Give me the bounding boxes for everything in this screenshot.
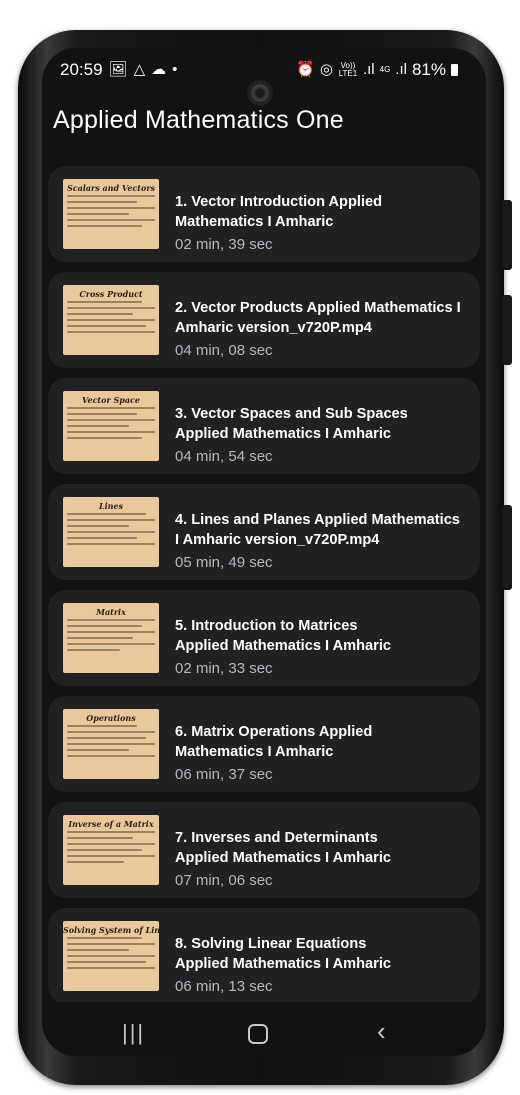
video-title: 7. Inverses and Determinants Applied Mat…	[175, 830, 391, 866]
video-duration: 04 min, 54 sec	[175, 448, 273, 465]
volte-label: Vo)) LTE1	[338, 61, 358, 78]
thumbnail-heading: Vector Space	[82, 395, 140, 405]
video-list[interactable]: Scalars and Vectors 1. Vector Introducti…	[42, 166, 486, 1002]
battery-percent: 81%	[411, 60, 446, 79]
video-thumbnail: Inverse of a Matrix	[63, 815, 159, 885]
video-thumbnail: Lines	[63, 497, 159, 567]
video-duration: 02 min, 33 sec	[175, 660, 273, 677]
signal-icon: .ıl	[362, 61, 375, 78]
video-thumbnail: Scalars and Vectors	[63, 179, 159, 249]
cloud-icon: ☁	[151, 61, 167, 78]
video-thumbnail: Cross Product	[63, 285, 159, 355]
video-title: 4. Lines and Planes Applied Mathematics …	[175, 512, 460, 548]
video-item[interactable]: Vector Space 3. Vector Spaces and Sub Sp…	[48, 378, 480, 474]
recent-apps-icon[interactable]: |||	[122, 1020, 145, 1046]
thumbnail-heading: Matrix	[96, 607, 126, 617]
alarm-icon: ⏰	[296, 61, 315, 78]
front-camera	[247, 80, 273, 106]
video-thumbnail: Operations	[63, 709, 159, 779]
video-item[interactable]: Scalars and Vectors 1. Vector Introducti…	[48, 166, 480, 262]
hotspot-icon: ◎	[319, 61, 333, 78]
thumbnail-heading: Scalars and Vectors	[66, 183, 156, 193]
video-duration: 06 min, 37 sec	[175, 766, 273, 783]
video-item[interactable]: Lines 4. Lines and Planes Applied Mathem…	[48, 484, 480, 580]
video-title: 2. Vector Products Applied Mathematics I…	[175, 300, 461, 336]
power-button	[502, 505, 512, 590]
video-item[interactable]: Operations 6. Matrix Operations Applied …	[48, 696, 480, 792]
status-time: 20:59	[60, 60, 103, 79]
video-title: 8. Solving Linear Equations Applied Math…	[175, 936, 391, 972]
thumbnail-heading: Cross Product	[79, 289, 143, 299]
drive-icon: △	[133, 61, 146, 78]
network-type: 4G	[379, 65, 391, 74]
navigation-bar: ||| ‹	[42, 1008, 486, 1056]
thumbnail-heading: Inverse of a Matrix	[68, 819, 154, 829]
video-thumbnail: Vector Space	[63, 391, 159, 461]
video-item[interactable]: Matrix 5. Introduction to Matrices Appli…	[48, 590, 480, 686]
signal-icon: .ıl	[395, 61, 407, 78]
home-icon[interactable]	[248, 1024, 268, 1044]
video-duration: 05 min, 49 sec	[175, 554, 273, 571]
video-title: 3. Vector Spaces and Sub Spaces Applied …	[175, 406, 408, 442]
battery-icon	[451, 64, 458, 76]
dot-icon: •	[172, 61, 178, 78]
thumbnail-heading: Solving System of Linear Equations	[63, 925, 159, 935]
video-duration: 07 min, 06 sec	[175, 872, 273, 889]
volume-up-button	[502, 200, 512, 270]
volume-down-button	[502, 295, 512, 365]
thumbnail-heading: Operations	[86, 713, 136, 723]
video-title: 5. Introduction to Matrices Applied Math…	[175, 618, 391, 654]
video-duration: 06 min, 13 sec	[175, 978, 273, 995]
video-duration: 02 min, 39 sec	[175, 236, 273, 253]
thumbnail-heading: Lines	[98, 501, 124, 511]
video-title: 1. Vector Introduction Applied Mathemati…	[175, 194, 383, 230]
phone-screen: 20:59 🖼 △ ☁ • ⏰ ◎ Vo)) LTE1 .ıl 4G .ıl 8…	[42, 48, 486, 1056]
video-duration: 04 min, 08 sec	[175, 342, 273, 359]
video-item[interactable]: Cross Product 2. Vector Products Applied…	[48, 272, 480, 368]
image-icon: 🖼	[108, 61, 128, 78]
back-icon[interactable]: ‹	[377, 1016, 386, 1047]
page-title: Applied Mathematics One	[53, 106, 344, 134]
video-title: 6. Matrix Operations Applied Mathematics…	[175, 724, 373, 760]
video-item[interactable]: Solving System of Linear Equations 8. So…	[48, 908, 480, 1002]
video-item[interactable]: Inverse of a Matrix 7. Inverses and Dete…	[48, 802, 480, 898]
video-thumbnail: Matrix	[63, 603, 159, 673]
video-thumbnail: Solving System of Linear Equations	[63, 921, 159, 991]
